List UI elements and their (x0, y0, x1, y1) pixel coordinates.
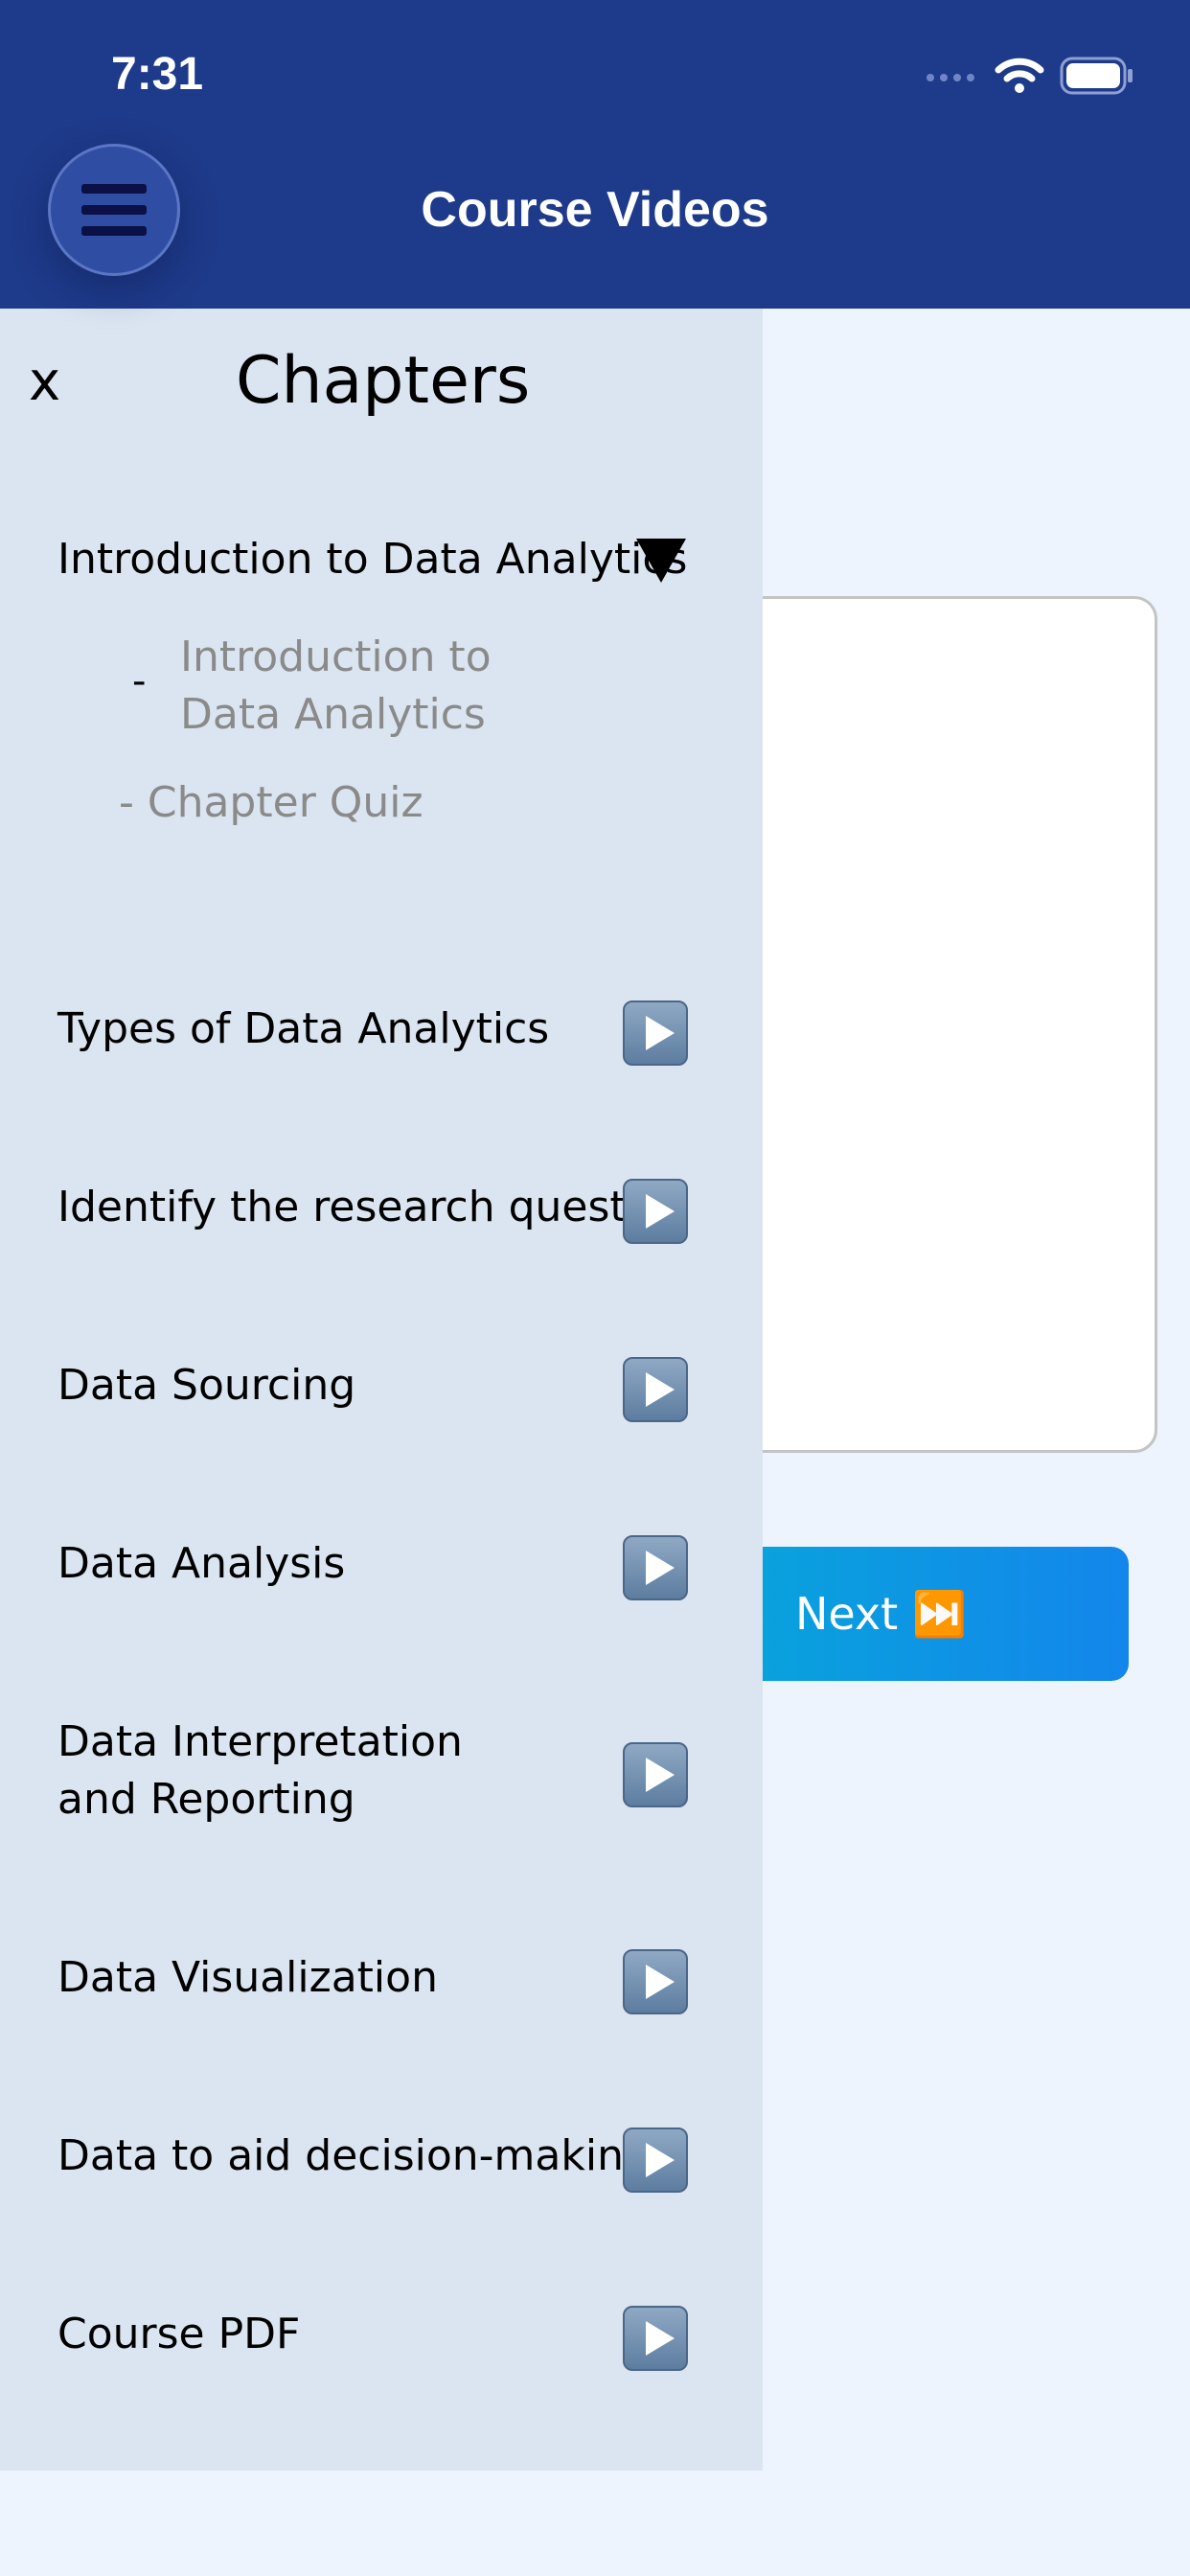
chapter-item-types[interactable]: Types of Data Analytics (57, 1000, 549, 1058)
chapters-drawer: x Chapters Introduction to Data Analytic… (0, 309, 763, 2471)
chapter-item-introduction[interactable]: Introduction to Data Analytics (57, 531, 687, 588)
subitem-introduction-line1[interactable]: Introduction to (180, 629, 492, 686)
menu-button[interactable] (48, 144, 180, 276)
close-drawer-button[interactable]: x (29, 349, 60, 416)
subitem-introduction-line2[interactable]: Data Analytics (180, 686, 486, 744)
play-button-icon[interactable] (623, 1000, 688, 1066)
wifi-icon (995, 58, 1044, 93)
triangle-down-icon[interactable] (636, 539, 686, 583)
play-button-icon[interactable] (623, 2128, 688, 2193)
chapter-item-data-sourcing[interactable]: Data Sourcing (57, 1357, 355, 1414)
play-button-icon[interactable] (623, 1535, 688, 1600)
play-button-icon[interactable] (623, 1949, 688, 2014)
chapter-item-data-analysis[interactable]: Data Analysis (57, 1535, 345, 1593)
cellular-signal-icon (927, 74, 974, 81)
play-button-icon[interactable] (623, 1357, 688, 1422)
play-button-icon[interactable] (623, 1179, 688, 1244)
subitem-chapter-quiz[interactable]: - Chapter Quiz (119, 774, 423, 832)
subitem-dash: - (132, 659, 147, 703)
chapter-item-course-pdf[interactable]: Course PDF (57, 2306, 300, 2363)
page-bottom (0, 2471, 1190, 2576)
chapter-item-interpretation-line1[interactable]: Data Interpretation (57, 1714, 463, 1771)
play-button-icon[interactable] (623, 2306, 688, 2371)
status-icons (926, 54, 1134, 98)
chapter-item-decision-making[interactable]: Data to aid decision-making (57, 2128, 651, 2185)
play-button-icon[interactable] (623, 1742, 688, 1807)
drawer-title: Chapters (236, 343, 531, 419)
chapter-item-research-question[interactable]: Identify the research question (57, 1179, 623, 1236)
status-time: 7:31 (111, 49, 204, 100)
app-header: 7:31 Course Videos (0, 0, 1190, 309)
battery-icon (1060, 57, 1133, 95)
chapter-item-interpretation-line2[interactable]: and Reporting (57, 1771, 355, 1828)
chapter-item-visualization[interactable]: Data Visualization (57, 1949, 438, 2007)
hamburger-menu-icon (81, 184, 147, 236)
